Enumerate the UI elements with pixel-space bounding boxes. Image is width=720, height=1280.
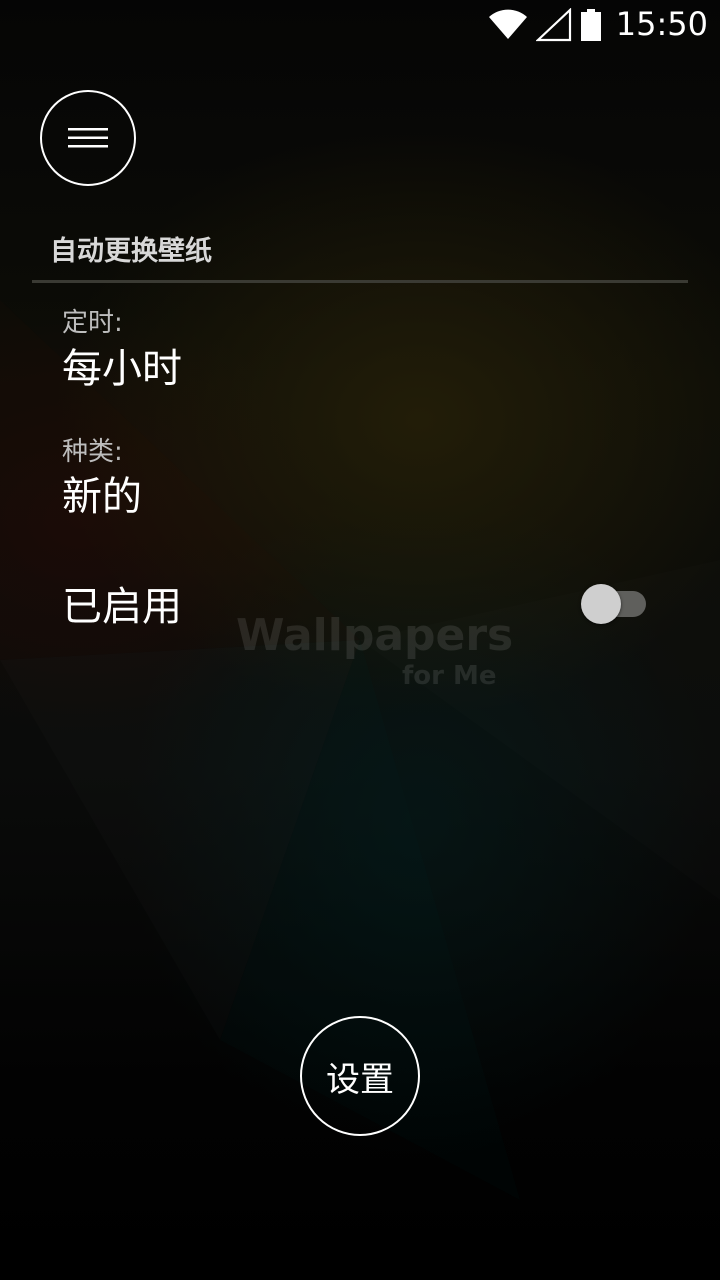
cell-signal-icon — [536, 8, 572, 42]
schedule-label: 定时: — [62, 308, 123, 338]
menu-button[interactable] — [40, 90, 136, 186]
enabled-toggle[interactable] — [580, 584, 648, 624]
status-icons — [488, 8, 602, 42]
wifi-icon — [489, 9, 527, 39]
category-value: 新的 — [62, 474, 142, 520]
battery-icon — [581, 9, 601, 41]
hamburger-menu-icon — [68, 128, 108, 148]
watermark-subtitle: for Me — [402, 661, 497, 691]
settings-button[interactable]: 设置 — [300, 1016, 420, 1136]
status-time: 15:50 — [615, 5, 708, 43]
category-label: 种类: — [62, 437, 123, 467]
toggle-thumb — [581, 584, 621, 624]
schedule-value: 每小时 — [62, 346, 182, 392]
watermark-title: Wallpapers — [236, 610, 514, 661]
section-divider — [32, 280, 688, 283]
section-title: 自动更换壁纸 — [50, 236, 212, 267]
enabled-label: 已启用 — [62, 584, 182, 630]
screen: 15:50 自动更换壁纸 定时: 每小时 种类: 新的 Wallpapers f… — [0, 0, 720, 1280]
status-bar: 15:50 — [0, 0, 720, 50]
